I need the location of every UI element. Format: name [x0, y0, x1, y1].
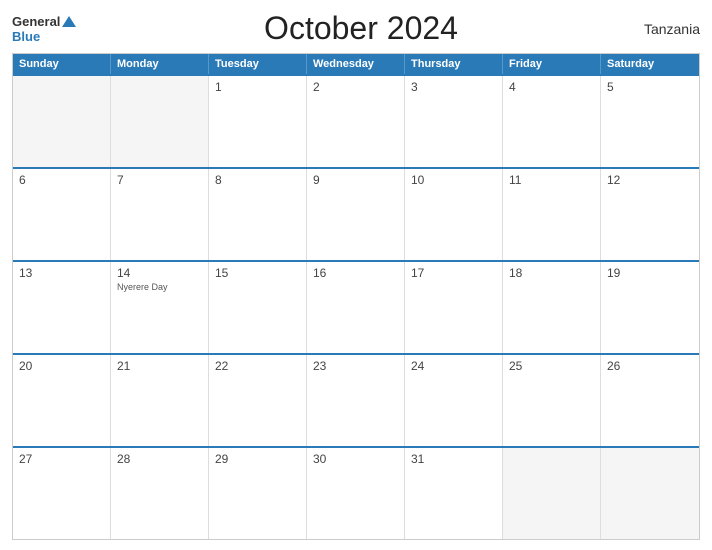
weekday-header: Tuesday [209, 54, 307, 74]
day-number: 14 [117, 266, 202, 280]
day-number: 18 [509, 266, 594, 280]
day-number: 28 [117, 452, 202, 466]
calendar-cell: 15 [209, 262, 307, 353]
calendar-cell: 7 [111, 169, 209, 260]
day-number: 9 [313, 173, 398, 187]
day-number: 8 [215, 173, 300, 187]
day-number: 5 [607, 80, 693, 94]
day-number: 10 [411, 173, 496, 187]
day-number: 7 [117, 173, 202, 187]
day-number: 13 [19, 266, 104, 280]
calendar-cell: 26 [601, 355, 699, 446]
weekday-header: Sunday [13, 54, 111, 74]
calendar-cell: 13 [13, 262, 111, 353]
weekday-header: Saturday [601, 54, 699, 74]
calendar-page: General Blue October 2024 Tanzania Sunda… [0, 0, 712, 550]
day-number: 4 [509, 80, 594, 94]
calendar-cell: 6 [13, 169, 111, 260]
calendar-cell: 28 [111, 448, 209, 539]
calendar-cell: 20 [13, 355, 111, 446]
calendar-cell: 10 [405, 169, 503, 260]
day-number: 17 [411, 266, 496, 280]
day-number: 27 [19, 452, 104, 466]
day-number: 22 [215, 359, 300, 373]
weekday-header: Thursday [405, 54, 503, 74]
calendar-header: SundayMondayTuesdayWednesdayThursdayFrid… [13, 54, 699, 74]
day-number: 19 [607, 266, 693, 280]
day-number: 20 [19, 359, 104, 373]
logo: General Blue [12, 14, 92, 44]
day-number: 11 [509, 173, 594, 187]
weekday-header: Wednesday [307, 54, 405, 74]
day-number: 2 [313, 80, 398, 94]
calendar-cell: 11 [503, 169, 601, 260]
logo-blue-text: Blue [12, 29, 92, 44]
calendar-cell: 18 [503, 262, 601, 353]
calendar-cell: 12 [601, 169, 699, 260]
calendar-cell: 21 [111, 355, 209, 446]
day-number: 12 [607, 173, 693, 187]
calendar-cell: 17 [405, 262, 503, 353]
calendar-cell: 16 [307, 262, 405, 353]
day-number: 26 [607, 359, 693, 373]
calendar-cell: 22 [209, 355, 307, 446]
calendar-cell: 5 [601, 76, 699, 167]
logo-general-text: General [12, 14, 60, 29]
day-number: 23 [313, 359, 398, 373]
day-number: 3 [411, 80, 496, 94]
holiday-label: Nyerere Day [117, 282, 202, 292]
day-number: 15 [215, 266, 300, 280]
day-number: 29 [215, 452, 300, 466]
calendar-cell: 31 [405, 448, 503, 539]
calendar-week-row: 27 28 29 30 31 [13, 446, 699, 539]
logo-triangle-icon [62, 16, 76, 27]
calendar-cell: 19 [601, 262, 699, 353]
country-label: Tanzania [630, 21, 700, 37]
calendar-cell: 23 [307, 355, 405, 446]
calendar-cell: 8 [209, 169, 307, 260]
calendar-week-row: 20 21 22 23 24 25 26 [13, 353, 699, 446]
calendar-cell [503, 448, 601, 539]
calendar-cell: 4 [503, 76, 601, 167]
calendar-body: 1234567891011121314Nyerere Day1516171819… [13, 74, 699, 539]
weekday-header: Monday [111, 54, 209, 74]
calendar-cell: 2 [307, 76, 405, 167]
day-number: 30 [313, 452, 398, 466]
calendar-cell: 30 [307, 448, 405, 539]
calendar-cell [13, 76, 111, 167]
calendar-grid: SundayMondayTuesdayWednesdayThursdayFrid… [12, 53, 700, 540]
weekday-header: Friday [503, 54, 601, 74]
calendar-cell [601, 448, 699, 539]
calendar-cell: 29 [209, 448, 307, 539]
calendar-cell: 27 [13, 448, 111, 539]
calendar-cell: 9 [307, 169, 405, 260]
month-title: October 2024 [92, 10, 630, 47]
day-number: 31 [411, 452, 496, 466]
calendar-cell: 3 [405, 76, 503, 167]
calendar-cell: 24 [405, 355, 503, 446]
calendar-week-row: 13 14 Nyerere Day 15 16 17 18 19 [13, 260, 699, 353]
calendar-cell: 1 [209, 76, 307, 167]
calendar-week-row: 6789 10 11 12 [13, 167, 699, 260]
page-header: General Blue October 2024 Tanzania [12, 10, 700, 47]
calendar-week-row: 12345 [13, 74, 699, 167]
day-number: 1 [215, 80, 300, 94]
day-number: 6 [19, 173, 104, 187]
day-number: 21 [117, 359, 202, 373]
calendar-cell [111, 76, 209, 167]
day-number: 25 [509, 359, 594, 373]
calendar-cell: 25 [503, 355, 601, 446]
day-number: 24 [411, 359, 496, 373]
day-number: 16 [313, 266, 398, 280]
calendar-cell: 14 Nyerere Day [111, 262, 209, 353]
